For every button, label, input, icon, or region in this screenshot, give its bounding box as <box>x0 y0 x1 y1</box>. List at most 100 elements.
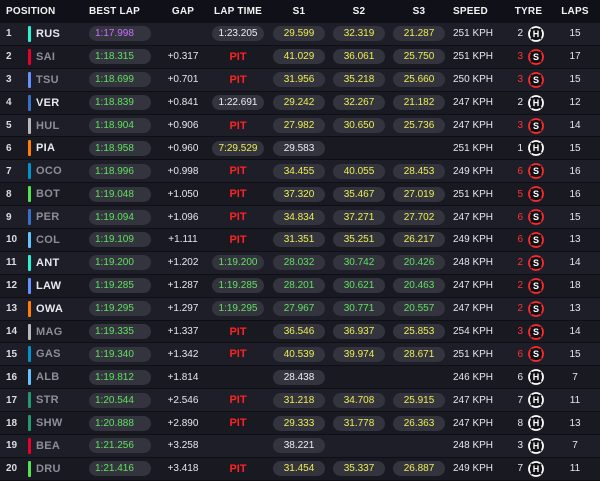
header-speed: SPEED <box>453 6 488 17</box>
tyre-age: 7 <box>517 463 523 475</box>
driver-code: BEA <box>36 439 61 452</box>
table-row-dru[interactable]: 20 DRU 1:21.416 +3.418 PIT 31.454 35.337… <box>0 457 600 481</box>
best-lap-value: 1:19.094 <box>89 209 151 225</box>
best-lap-cell: 1:18.996 <box>89 163 159 179</box>
table-row-owa[interactable]: 13 OWA 1:19.295 +1.297 1:19.295 27.967 3… <box>0 297 600 321</box>
best-lap-value: 1:18.958 <box>89 140 151 156</box>
laps-value: 14 <box>569 326 581 338</box>
tyre-cell: 3 S <box>507 71 550 88</box>
lap-time-value: PIT <box>229 462 247 475</box>
lap-time-value: PIT <box>229 325 247 338</box>
position-number: 10 <box>6 234 18 246</box>
sector3-cell: 26.363 <box>389 415 449 431</box>
tyre-cell: 5 S <box>507 186 550 203</box>
table-row-shw[interactable]: 18 SHW 1:20.888 +2.890 PIT 29.333 31.778… <box>0 412 600 436</box>
table-row-mag[interactable]: 14 MAG 1:19.335 +1.337 PIT 36.546 36.937… <box>0 320 600 344</box>
gap-value: +1.111 <box>168 234 198 246</box>
sector2-value: 30.771 <box>333 301 385 317</box>
sector1-cell: 31.956 <box>269 72 329 88</box>
sector1-cell: 29.599 <box>269 26 329 42</box>
laps-value: 15 <box>569 142 581 154</box>
sector1-cell: 29.333 <box>269 415 329 431</box>
tyre-age: 2 <box>517 280 523 292</box>
position-number: 7 <box>6 165 12 177</box>
tyre-cell: 7 H <box>507 392 550 409</box>
table-row-bot[interactable]: 8 BOT 1:19.048 +1.050 PIT 37.320 35.467 … <box>0 183 600 207</box>
table-row-ant[interactable]: 11 ANT 1:19.200 +1.202 1:19.200 28.032 3… <box>0 251 600 275</box>
sector3-value: 26.887 <box>393 461 445 477</box>
table-row-hul[interactable]: 5 HUL 1:18.904 +0.906 PIT 27.982 30.650 … <box>0 114 600 138</box>
gap-value: +1.297 <box>167 303 199 315</box>
table-row-bea[interactable]: 19 BEA 1:21.256 +3.258 38.221 248 KPH 3 … <box>0 435 600 458</box>
sector2-cell: 35.337 <box>329 461 389 477</box>
tyre-age: 1 <box>517 142 523 154</box>
sector2-cell: 32.267 <box>329 95 389 111</box>
best-lap-value: 1:20.888 <box>89 415 151 431</box>
gap-value: +2.546 <box>167 394 199 406</box>
tyre-cell: 6 S <box>507 232 550 248</box>
sector1-cell: 34.455 <box>269 163 329 179</box>
sector2-cell: 39.974 <box>329 346 389 362</box>
table-body: 1 RUS 1:17.998 1:23.205 29.599 32.319 21… <box>0 23 600 481</box>
sector3-cell: 26.217 <box>389 232 449 248</box>
lap-time-cell: 1:19.285 <box>207 278 269 294</box>
table-row-law[interactable]: 12 LAW 1:19.285 +1.287 1:19.285 28.201 3… <box>0 274 600 298</box>
driver-code: DRU <box>36 462 61 475</box>
sector3-value: 25.736 <box>393 118 445 133</box>
table-row-tsu[interactable]: 3 TSU 1:18.699 +0.701 PIT 31.956 35.218 … <box>0 68 600 92</box>
table-row-alb[interactable]: 16 ALB 1:19.812 +1.814 28.438 246 KPH 6 … <box>0 366 600 390</box>
position-number: 2 <box>6 51 12 63</box>
tyre-cell: 2 S <box>507 277 550 294</box>
lap-time-value: PIT <box>229 233 247 246</box>
best-lap-cell: 1:19.048 <box>89 186 159 202</box>
sector1-cell: 37.320 <box>269 186 329 202</box>
table-row-ver[interactable]: 4 VER 1:18.839 +0.841 1:22.691 29.242 32… <box>0 91 600 115</box>
best-lap-cell: 1:20.544 <box>89 392 159 408</box>
gap-value: +0.317 <box>167 51 199 63</box>
best-lap-cell: 1:20.888 <box>89 415 159 431</box>
sector1-value: 36.546 <box>273 324 325 340</box>
team-color-swatch <box>27 94 31 111</box>
lap-time-cell: PIT <box>207 348 269 360</box>
best-lap-value: 1:19.048 <box>89 186 151 202</box>
table-row-sai[interactable]: 2 SAI 1:18.315 +0.317 PIT 41.029 36.061 … <box>0 45 600 69</box>
soft-tyre-icon: S <box>528 163 544 180</box>
sector1-cell: 28.201 <box>269 278 329 294</box>
table-row-col[interactable]: 10 COL 1:19.109 +1.111 PIT 31.351 35.251… <box>0 229 600 252</box>
table-row-rus[interactable]: 1 RUS 1:17.998 1:23.205 29.599 32.319 21… <box>0 23 600 46</box>
tyre-cell: 6 H <box>507 369 550 386</box>
laps-value: 18 <box>569 280 581 292</box>
tyre-cell: 2 H <box>507 94 550 111</box>
table-row-str[interactable]: 17 STR 1:20.544 +2.546 PIT 31.218 34.708… <box>0 389 600 413</box>
header-tyre: TYRE <box>514 6 543 17</box>
best-lap-cell: 1:19.109 <box>89 232 159 248</box>
table-row-gas[interactable]: 15 GAS 1:19.340 +1.342 PIT 40.539 39.974… <box>0 343 600 367</box>
speed-value: 247 KPH <box>453 417 494 429</box>
best-lap-value: 1:19.295 <box>89 301 151 317</box>
best-lap-value: 1:18.839 <box>89 95 151 111</box>
table-row-per[interactable]: 9 PER 1:19.094 +1.096 PIT 34.834 37.271 … <box>0 206 600 230</box>
driver-code: TSU <box>36 73 59 86</box>
lap-time-cell: 1:23.205 <box>207 26 269 42</box>
laps-value: 17 <box>569 51 581 63</box>
laps-value: 7 <box>572 440 578 452</box>
table-row-pia[interactable]: 6 PIA 1:18.958 +0.960 7:29.529 29.583 25… <box>0 137 600 161</box>
gap-value: +1.096 <box>167 211 199 223</box>
gap-value: +1.202 <box>167 257 199 269</box>
best-lap-value: 1:20.544 <box>89 392 151 408</box>
sector3-cell: 27.019 <box>389 186 449 202</box>
position-number: 15 <box>6 348 18 360</box>
team-color-swatch <box>27 71 31 88</box>
position-number: 3 <box>6 74 12 86</box>
best-lap-value: 1:18.315 <box>89 49 151 65</box>
hard-tyre-icon: H <box>528 369 544 386</box>
sector3-value: 20.463 <box>393 278 445 294</box>
best-lap-cell: 1:18.839 <box>89 95 159 111</box>
sector1-value: 34.455 <box>273 163 325 179</box>
sector2-cell: 32.319 <box>329 26 389 42</box>
speed-value: 251 KPH <box>453 51 494 63</box>
table-row-oco[interactable]: 7 OCO 1:18.996 +0.998 PIT 34.455 40.055 … <box>0 160 600 184</box>
gap-value: +1.287 <box>167 280 199 292</box>
sector1-value: 28.438 <box>273 369 325 385</box>
laps-value: 15 <box>569 348 581 360</box>
